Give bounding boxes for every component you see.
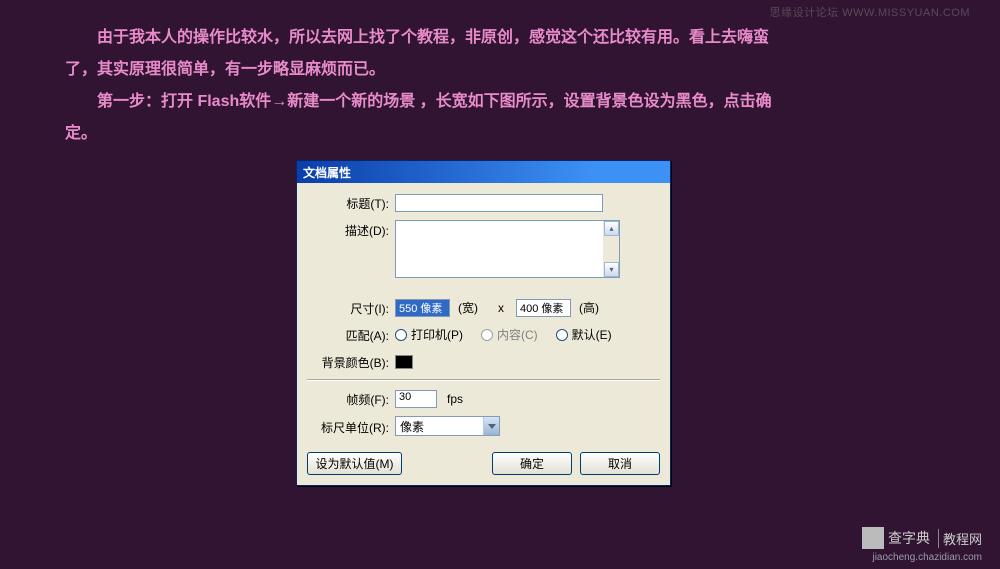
scroll-up-icon[interactable]: ▴: [604, 221, 619, 236]
fps-unit: fps: [447, 392, 463, 406]
width-input[interactable]: 550 像素: [395, 299, 450, 317]
dialog-title: 文档属性: [303, 164, 351, 181]
logo-text-2: 教程网: [938, 529, 982, 548]
logo-icon: [862, 527, 884, 549]
framerate-input[interactable]: 30: [395, 390, 437, 408]
label-match: 匹配(A):: [307, 325, 395, 344]
label-dimensions: 尺寸(I):: [307, 298, 395, 317]
height-input[interactable]: 400 像素: [516, 299, 571, 317]
intro-line-2: 了，其实原理很简单，有一步略显麻烦而已。: [65, 54, 930, 86]
intro-line-1: 由于我本人的操作比较水，所以去网上找了个教程，非原创，感觉这个还比较有用。看上去…: [65, 22, 930, 54]
title-input[interactable]: [395, 194, 603, 212]
watermark-top: 思缘设计论坛 WWW.MISSYUAN.COM: [770, 4, 970, 20]
article-body: 由于我本人的操作比较水，所以去网上找了个教程，非原创，感觉这个还比较有用。看上去…: [0, 0, 1000, 150]
label-description: 描述(D):: [307, 220, 395, 239]
description-input[interactable]: ▴ ▾: [395, 220, 620, 278]
chevron-down-icon[interactable]: [483, 417, 499, 435]
document-properties-dialog: 文档属性 标题(T): 描述(D): ▴ ▾ 尺寸(I): 550 像素 (宽)…: [296, 160, 671, 486]
set-default-button[interactable]: 设为默认值(M): [307, 452, 402, 475]
bgcolor-swatch[interactable]: [395, 355, 413, 369]
width-unit: (宽): [458, 299, 478, 316]
height-unit: (高): [579, 299, 599, 316]
dialog-titlebar[interactable]: 文档属性: [297, 161, 670, 183]
cancel-button[interactable]: 取消: [580, 452, 660, 475]
site-logo: 查字典 教程网: [862, 527, 982, 549]
step1-line-2: 定。: [65, 118, 930, 150]
radio-default[interactable]: [556, 329, 568, 341]
ok-button[interactable]: 确定: [492, 452, 572, 475]
step1-line-1: 第一步：打开 Flash软件→新建一个新的场景 ，长宽如下图所示，设置背景色设为…: [65, 86, 930, 118]
x-separator: x: [498, 301, 504, 315]
ruler-select[interactable]: 像素: [395, 416, 500, 436]
separator: [307, 379, 660, 381]
ruler-value: 像素: [396, 418, 483, 435]
radio-content-label: 内容(C): [497, 326, 538, 343]
label-framerate: 帧频(F):: [307, 389, 395, 408]
radio-content: [481, 329, 493, 341]
scrollbar[interactable]: ▴ ▾: [603, 221, 619, 277]
logo-text-1: 查字典: [888, 528, 930, 548]
radio-default-label: 默认(E): [572, 326, 612, 343]
scroll-down-icon[interactable]: ▾: [604, 262, 619, 277]
label-bgcolor: 背景颜色(B):: [307, 352, 395, 371]
radio-printer-label: 打印机(P): [411, 326, 463, 343]
label-ruler: 标尺单位(R):: [307, 417, 395, 436]
watermark-url: jiaocheng.chazidian.com: [872, 552, 982, 563]
label-title: 标题(T):: [307, 193, 395, 212]
radio-printer[interactable]: [395, 329, 407, 341]
